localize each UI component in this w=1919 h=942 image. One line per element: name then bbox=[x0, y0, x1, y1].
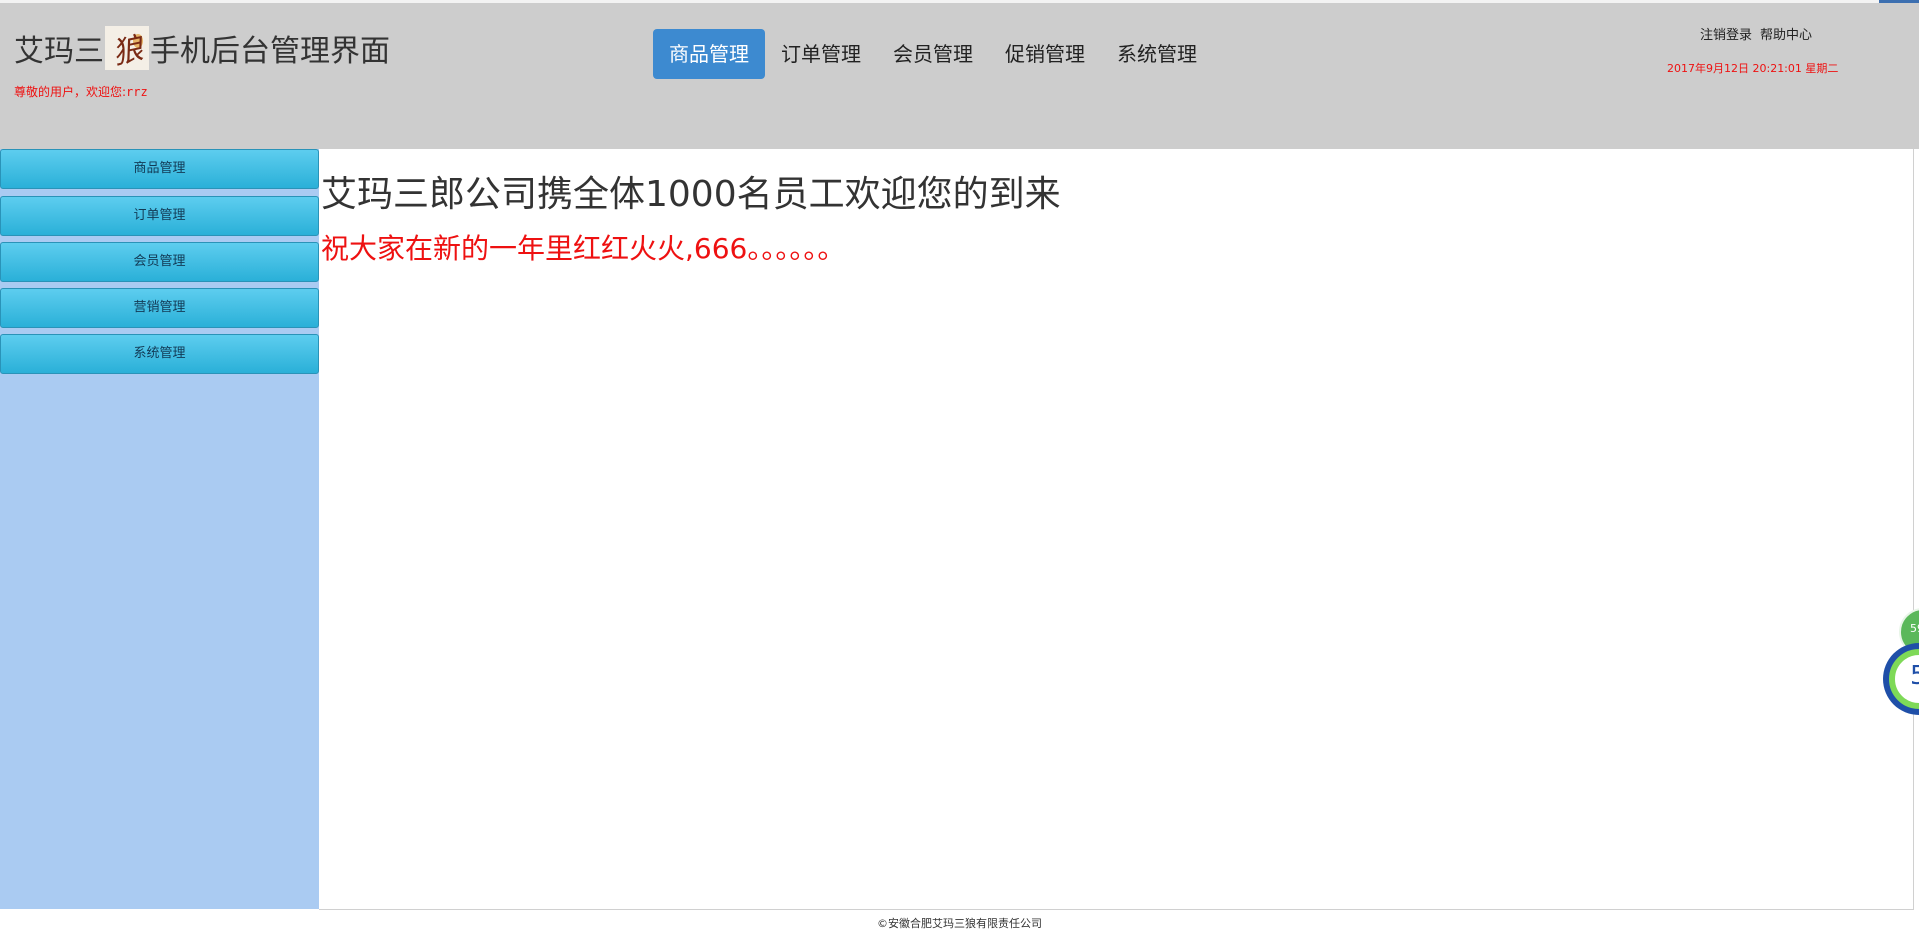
greeting-subline: 祝大家在新的一年里红红火火,666。。。。。。 bbox=[321, 232, 846, 265]
logo-glyph: 狼 bbox=[109, 31, 147, 70]
top-nav: 商品管理 订单管理 会员管理 促销管理 系统管理 bbox=[653, 29, 1213, 79]
small-widget-value: 59 bbox=[1910, 622, 1919, 635]
brand-prefix: 艾玛三 bbox=[14, 34, 104, 69]
welcome-headline: 艾玛三郎公司携全体1000名员工欢迎您的到来 bbox=[321, 174, 1061, 215]
topnav-system[interactable]: 系统管理 bbox=[1101, 29, 1213, 79]
welcome-username: rrz bbox=[126, 85, 148, 99]
wolf-logo-icon: 狼 bbox=[105, 26, 149, 70]
header: 艾玛三 狼 手机后台管理界面 尊敬的用户，欢迎您:rrz 商品管理 订单管理 会… bbox=[0, 3, 1919, 149]
sidebar: 商品管理 订单管理 会员管理 营销管理 系统管理 bbox=[0, 149, 319, 909]
topnav-members[interactable]: 会员管理 bbox=[877, 29, 989, 79]
sidebar-item-marketing[interactable]: 营销管理 bbox=[0, 288, 319, 328]
topnav-orders[interactable]: 订单管理 bbox=[765, 29, 877, 79]
welcome-label: 尊敬的用户，欢迎您: bbox=[14, 85, 127, 99]
page: 艾玛三 狼 手机后台管理界面 尊敬的用户，欢迎您:rrz 商品管理 订单管理 会… bbox=[0, 0, 1919, 942]
sidebar-item-members[interactable]: 会员管理 bbox=[0, 242, 319, 282]
main-content: 艾玛三郎公司携全体1000名员工欢迎您的到来 祝大家在新的一年里红红火火,666… bbox=[319, 149, 1914, 910]
sidebar-item-products[interactable]: 商品管理 bbox=[0, 149, 319, 189]
current-datetime: 2017年9月12日 20:21:01 星期二 bbox=[1667, 62, 1839, 75]
sidebar-item-orders[interactable]: 订单管理 bbox=[0, 196, 319, 236]
help-center-link[interactable]: 帮助中心 bbox=[1760, 28, 1812, 43]
header-links: 注销登录 帮助中心 bbox=[1700, 24, 1812, 43]
logout-link[interactable]: 注销登录 bbox=[1700, 28, 1752, 43]
brand-title: 艾玛三 狼 手机后台管理界面 bbox=[14, 25, 390, 71]
brand-suffix: 手机后台管理界面 bbox=[150, 34, 390, 69]
sidebar-item-system[interactable]: 系统管理 bbox=[0, 334, 319, 374]
footer-copyright: ©安徽合肥艾玛三狼有限责任公司 bbox=[877, 917, 1042, 930]
topnav-products[interactable]: 商品管理 bbox=[653, 29, 765, 79]
topnav-promotions[interactable]: 促销管理 bbox=[989, 29, 1101, 79]
widget-value: 5 bbox=[1910, 661, 1919, 691]
welcome-message: 尊敬的用户，欢迎您:rrz bbox=[14, 83, 148, 100]
